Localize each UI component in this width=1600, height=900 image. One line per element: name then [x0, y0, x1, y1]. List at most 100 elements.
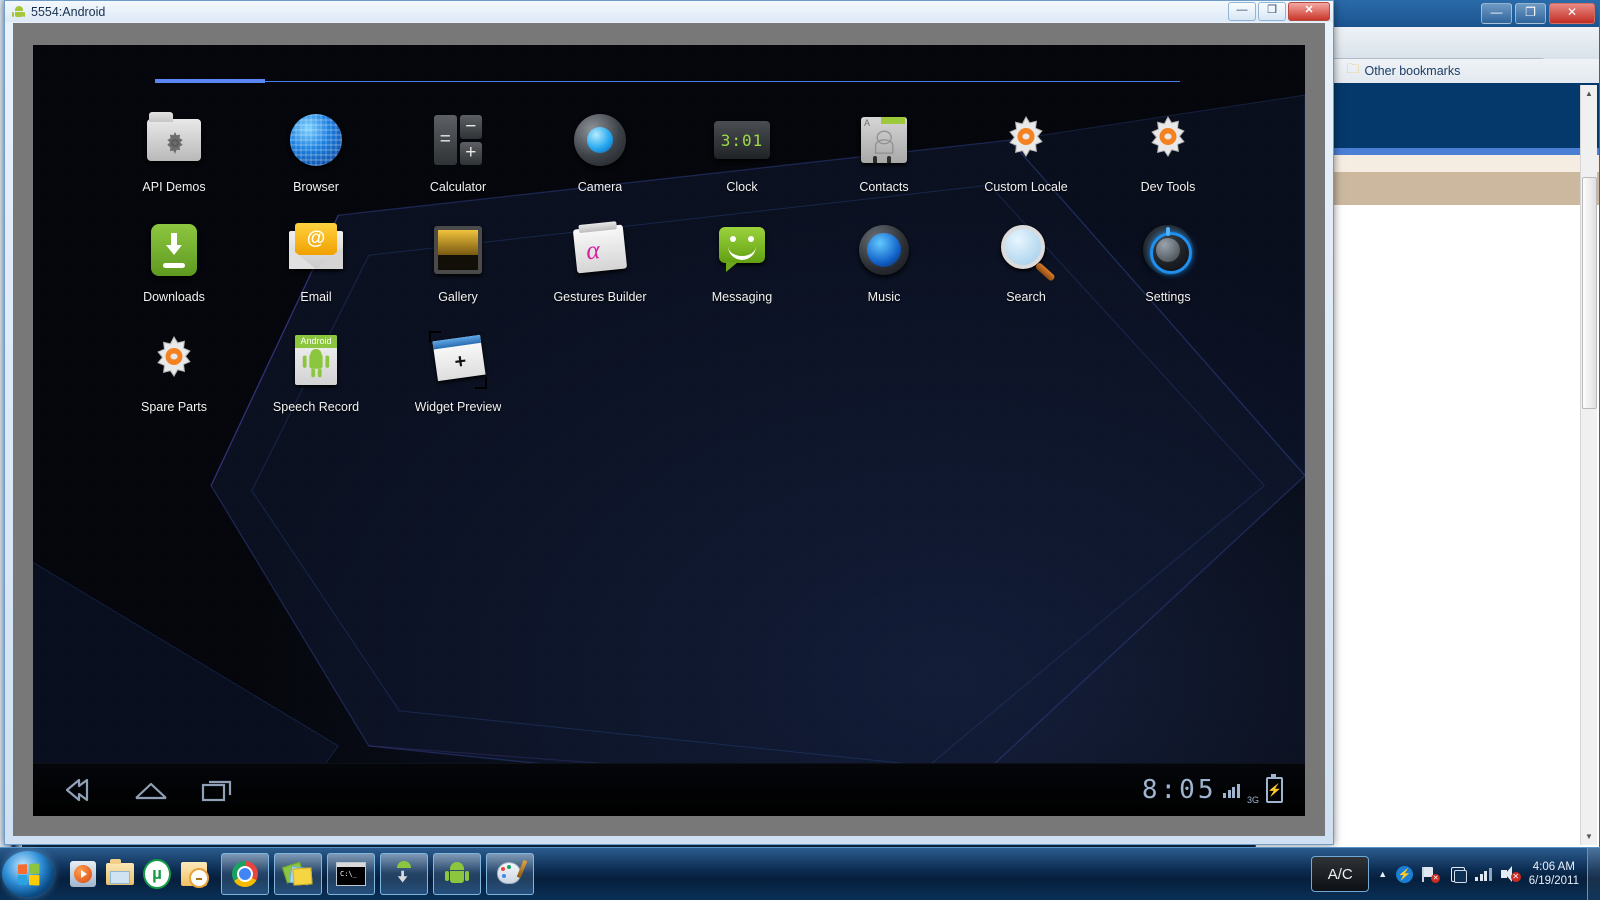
start-button[interactable]: [2, 851, 54, 897]
emulator-minimize-button[interactable]: —: [1228, 2, 1256, 21]
contacts-icon: A: [851, 107, 917, 173]
scrollbar-thumb[interactable]: [1582, 177, 1597, 409]
app-label: Spare Parts: [141, 400, 207, 414]
status-clock: 8:05: [1142, 775, 1217, 805]
google-chrome-icon: [232, 861, 258, 887]
app-icon-downloads[interactable]: Downloads: [103, 213, 245, 323]
app-icon-browser[interactable]: Browser: [245, 103, 387, 213]
android-sdk-manager-icon: [391, 861, 417, 887]
taskbar-button-paint[interactable]: [486, 853, 534, 895]
taskbar-button-android-sdk[interactable]: [380, 853, 428, 895]
clock-date[interactable]: 4:06 AM 6/19/2011: [1529, 860, 1579, 888]
app-label: Widget Preview: [415, 400, 502, 414]
chrome-maximize-button[interactable]: ❐: [1515, 3, 1546, 24]
windows-explorer-icon[interactable]: [103, 857, 137, 891]
email-icon: @: [283, 217, 349, 283]
app-icon-dev-tools[interactable]: Dev Tools: [1097, 103, 1239, 213]
messaging-icon: [709, 217, 775, 283]
tray-time: 4:06 AM: [1529, 860, 1579, 874]
app-icon-search[interactable]: Search: [955, 213, 1097, 323]
app-icon-contacts[interactable]: A Contacts: [813, 103, 955, 213]
clock-icon-display: 3:01: [721, 131, 764, 150]
app-icon-gestures-builder[interactable]: α Gestures Builder: [529, 213, 671, 323]
taskbar-button-chrome[interactable]: [221, 853, 269, 895]
app-label: Messaging: [712, 290, 772, 304]
status-area[interactable]: 8:05 3G ⚡: [1142, 775, 1305, 805]
emulator-window-title: 5554:Android: [31, 5, 105, 19]
music-icon: [851, 217, 917, 283]
taskbar-button-picasa[interactable]: [274, 853, 322, 895]
taskbar-running-buttons[interactable]: C:\_: [221, 853, 534, 895]
home-icon[interactable]: [131, 776, 171, 804]
taskbar-button-command-prompt[interactable]: C:\_: [327, 853, 375, 895]
app-icon-camera[interactable]: Camera: [529, 103, 671, 213]
app-label: Speech Record: [273, 400, 359, 414]
app-label: Music: [868, 290, 901, 304]
app-icon-email[interactable]: @ Email: [245, 213, 387, 323]
recents-icon[interactable]: [199, 776, 239, 804]
system-tray[interactable]: A/C ▲ ⚡ ✕ ✕ 4:06 AM 6: [1311, 856, 1587, 892]
speech-recorder-icon: Android: [283, 327, 349, 393]
app-label: Search: [1006, 290, 1046, 304]
app-label: Gallery: [438, 290, 478, 304]
app-icon-clock[interactable]: 3:01 Clock: [671, 103, 813, 213]
chrome-vertical-scrollbar[interactable]: ▲ ▼: [1580, 85, 1597, 845]
show-hidden-icons-button[interactable]: ▲: [1378, 869, 1387, 879]
app-icon-custom-locale[interactable]: Custom Locale: [955, 103, 1097, 213]
taskbar-button-android-emulator[interactable]: [433, 853, 481, 895]
app-label: Clock: [726, 180, 757, 194]
app-label: Camera: [578, 180, 622, 194]
scroll-down-arrow[interactable]: ▼: [1581, 828, 1597, 845]
scroll-up-arrow[interactable]: ▲: [1581, 85, 1597, 102]
app-label: Email: [300, 290, 331, 304]
search-icon: [993, 217, 1059, 283]
app-icon-api-demos[interactable]: API Demos: [103, 103, 245, 213]
volume-muted-icon[interactable]: ✕: [1501, 866, 1520, 882]
app-icon-music[interactable]: Music: [813, 213, 955, 323]
folder-icon: 🗀: [1346, 60, 1359, 82]
windows-taskbar[interactable]: µ: [0, 847, 1600, 900]
dev-tools-icon: [1135, 107, 1201, 173]
camera-icon: [567, 107, 633, 173]
command-prompt-icon: C:\_: [336, 862, 366, 886]
chrome-close-button[interactable]: ✕: [1549, 3, 1595, 24]
show-desktop-button[interactable]: [1587, 848, 1600, 900]
app-icon-messaging[interactable]: Messaging: [671, 213, 813, 323]
ac-button[interactable]: A/C: [1311, 856, 1369, 892]
emulator-window-controls[interactable]: — ❐ ✕: [1228, 2, 1330, 21]
chrome-minimize-button[interactable]: —: [1481, 3, 1512, 24]
flash-icon[interactable]: ⚡: [1396, 866, 1413, 883]
app-icon-widget-preview[interactable]: + Widget Preview: [387, 323, 529, 433]
bookmark-other-bookmarks[interactable]: 🗀 Other bookmarks: [1339, 60, 1467, 82]
chrome-window-controls[interactable]: — ❐ ✕: [1481, 3, 1595, 24]
microsoft-outlook-icon[interactable]: [177, 857, 211, 891]
app-label: Calculator: [430, 180, 486, 194]
launcher-app-grid[interactable]: API Demos Browser − = +: [103, 103, 1265, 433]
android-screen[interactable]: API Demos Browser − = +: [33, 45, 1305, 816]
navigation-buttons[interactable]: [33, 776, 239, 804]
android-icon: [12, 5, 25, 18]
network-error-icon[interactable]: ✕: [1422, 866, 1440, 883]
app-icon-calculator[interactable]: − = + Calculator: [387, 103, 529, 213]
app-icon-speech-recorder[interactable]: Android Speech Record: [245, 323, 387, 433]
launcher-page-indicator[interactable]: [155, 79, 1180, 83]
gallery-icon: [425, 217, 491, 283]
bookmark-label: Other bookmarks: [1364, 64, 1460, 78]
taskbar-pinned-icons[interactable]: µ: [66, 857, 211, 891]
back-icon[interactable]: [63, 776, 103, 804]
android-emulator-window[interactable]: 5554:Android — ❐ ✕: [4, 0, 1334, 845]
emulator-close-button[interactable]: ✕: [1288, 2, 1330, 21]
gestures-builder-icon: α: [567, 217, 633, 283]
android-system-bar[interactable]: 8:05 3G ⚡: [33, 763, 1305, 816]
custom-locale-icon: [993, 107, 1059, 173]
app-icon-gallery[interactable]: Gallery: [387, 213, 529, 323]
emulator-maximize-button[interactable]: ❐: [1258, 2, 1286, 21]
app-icon-spare-parts[interactable]: Spare Parts: [103, 323, 245, 433]
windows-media-player-icon[interactable]: [66, 857, 100, 891]
emulator-title-bar[interactable]: 5554:Android — ❐ ✕: [5, 1, 1333, 22]
signal-icon[interactable]: [1475, 867, 1492, 881]
utorrent-icon[interactable]: µ: [140, 857, 174, 891]
app-icon-settings[interactable]: Settings: [1097, 213, 1239, 323]
action-center-icon[interactable]: [1449, 866, 1466, 883]
app-label: API Demos: [142, 180, 205, 194]
